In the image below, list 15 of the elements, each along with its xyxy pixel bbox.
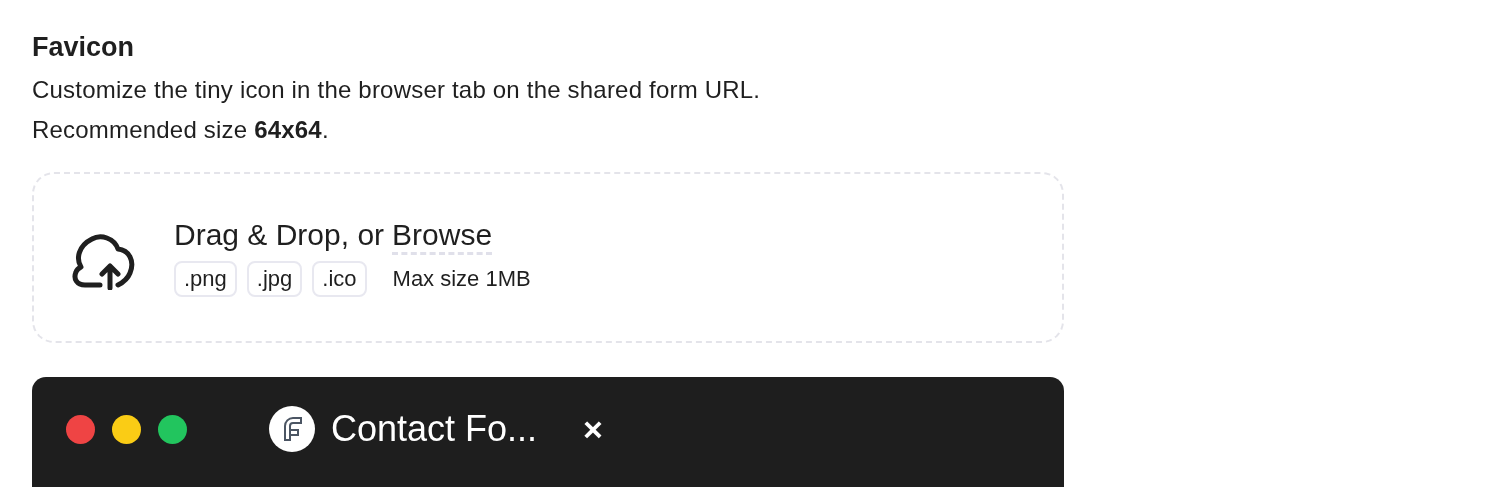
window-control-dot[interactable] xyxy=(66,414,95,444)
form-logo-icon xyxy=(269,406,315,452)
format-tag: .jpg xyxy=(246,261,303,297)
drop-prompt: Drag & Drop, or xyxy=(174,218,385,252)
browse-link[interactable]: Browse xyxy=(392,218,493,255)
format-tag: .png xyxy=(174,261,237,297)
max-size-text: Max size 1MB xyxy=(392,266,531,292)
description-text: Recommended size 64x64. xyxy=(32,115,330,145)
window-control-dot[interactable] xyxy=(112,414,141,444)
description-text: Customize the tiny icon in the browser tab on the shared form URL. xyxy=(32,75,762,105)
format-tag: .ico xyxy=(312,261,367,297)
tab-title[interactable]: Contact Fo... xyxy=(331,408,538,450)
tab-close-button[interactable]: × xyxy=(583,409,603,449)
section-title: Favicon xyxy=(32,31,136,64)
window-control-dot[interactable] xyxy=(158,414,187,444)
